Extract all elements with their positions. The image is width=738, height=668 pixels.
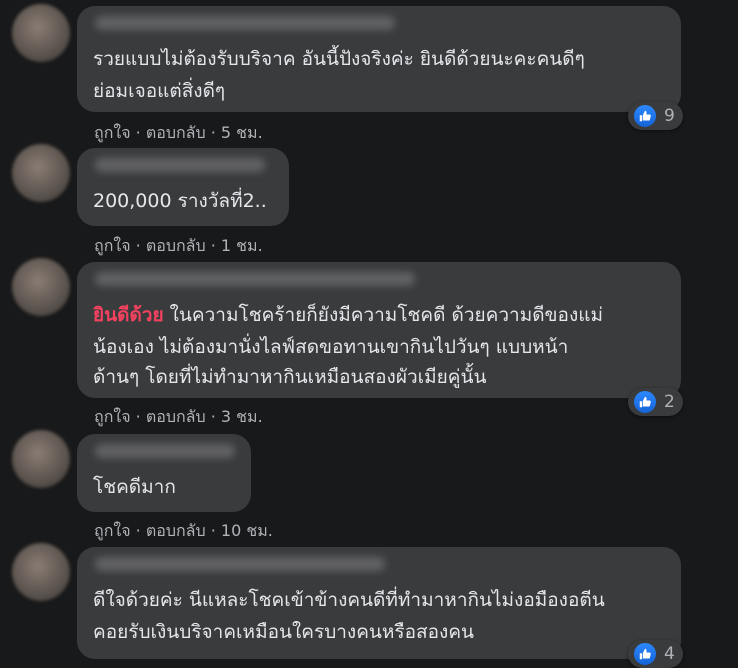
comment-actions: ถูกใจ · ตอบกลับ · 10 ชม. xyxy=(94,519,273,544)
reply-link[interactable]: ตอบกลับ xyxy=(146,407,206,426)
reaction-count[interactable]: 9 xyxy=(628,102,683,130)
thumbs-up-icon xyxy=(632,641,658,667)
comment-bubble: รวยแบบไม่ต้องรับบริจาค อันนี้ปังจริงค่ะ … xyxy=(77,6,681,112)
comment-text-line-1: ดีใจด้วยค่ะ นีแหละโชคเข้าข้างคนดีที่ทำมา… xyxy=(93,589,605,611)
separator: · xyxy=(205,521,221,540)
separator: · xyxy=(130,123,146,142)
reply-link[interactable]: ตอบกลับ xyxy=(146,236,206,255)
separator: · xyxy=(130,236,146,255)
timestamp[interactable]: 10 ชม. xyxy=(221,521,273,540)
like-link[interactable]: ถูกใจ xyxy=(94,123,131,142)
timestamp[interactable]: 3 ชม. xyxy=(221,407,263,426)
comment-bubble: ดีใจด้วยค่ะ นีแหละโชคเข้าข้างคนดีที่ทำมา… xyxy=(77,547,681,659)
comment-actions: ถูกใจ · ตอบกลับ · 3 ชม. xyxy=(94,405,263,430)
comment-text-line-1: ยินดีด้วย ในความโชคร้ายก็ยังมีความโชคดี … xyxy=(93,300,603,330)
comment-bubble: 200,000 รางวัลที่2.. xyxy=(77,148,289,226)
thumbs-up-icon xyxy=(632,103,658,129)
separator: · xyxy=(130,521,146,540)
author-name-blurred[interactable] xyxy=(95,158,265,172)
comment-text-line-1: 200,000 รางวัลที่2.. xyxy=(93,190,267,212)
comment-text-line-1: รวยแบบไม่ต้องรับบริจาค อันนี้ปังจริงค่ะ … xyxy=(93,48,585,70)
author-name-blurred[interactable] xyxy=(95,557,385,571)
avatar[interactable] xyxy=(12,430,70,488)
author-name-blurred[interactable] xyxy=(95,16,395,30)
reaction-count[interactable]: 4 xyxy=(628,640,683,668)
author-name-blurred[interactable] xyxy=(95,444,235,458)
avatar[interactable] xyxy=(12,543,70,601)
highlighted-text: ยินดีด้วย xyxy=(93,304,164,326)
separator: · xyxy=(205,123,221,142)
author-name-blurred[interactable] xyxy=(95,272,415,286)
comment-text-line-3: ด้านๆ โดยที่ไม่ทำมาหากินเหมือนสองผัวเมีย… xyxy=(93,366,487,388)
thumbs-up-icon xyxy=(632,389,658,415)
timestamp[interactable]: 5 ชม. xyxy=(221,123,263,142)
like-link[interactable]: ถูกใจ xyxy=(94,407,131,426)
reaction-count-value: 9 xyxy=(664,106,675,126)
comment-bubble: ยินดีด้วย ในความโชคร้ายก็ยังมีความโชคดี … xyxy=(77,262,681,398)
reply-link[interactable]: ตอบกลับ xyxy=(146,521,206,540)
comment-text-line-2: น้องเอง ไม่ต้องมานั่งไลฟ์สดขอทานเขากินไป… xyxy=(93,336,569,358)
reaction-count-value: 2 xyxy=(664,392,675,412)
reaction-count-value: 4 xyxy=(664,644,675,664)
comment-actions: ถูกใจ · ตอบกลับ · 5 ชม. xyxy=(94,121,263,146)
avatar[interactable] xyxy=(12,4,70,62)
reply-link[interactable]: ตอบกลับ xyxy=(146,123,206,142)
avatar[interactable] xyxy=(12,258,70,316)
avatar[interactable] xyxy=(12,144,70,202)
comment-text-line-2: คอยรับเงินบริจาคเหมือนใครบางคนหรือสองคน xyxy=(93,621,475,643)
separator: · xyxy=(205,236,221,255)
reaction-count[interactable]: 2 xyxy=(628,388,683,416)
like-link[interactable]: ถูกใจ xyxy=(94,236,131,255)
like-link[interactable]: ถูกใจ xyxy=(94,521,131,540)
comment-text-rest: ในความโชคร้ายก็ยังมีความโชคดี ด้วยความดี… xyxy=(163,304,604,326)
comment-actions: ถูกใจ · ตอบกลับ · 1 ชม. xyxy=(94,234,263,259)
timestamp[interactable]: 1 ชม. xyxy=(221,236,263,255)
comment-text-line-2: ย่อมเจอแต่สิ่งดีๆ xyxy=(93,80,226,102)
separator: · xyxy=(130,407,146,426)
comment-text-line-1: โชคดีมาก xyxy=(93,476,176,498)
comment-bubble: โชคดีมาก xyxy=(77,434,251,512)
separator: · xyxy=(205,407,221,426)
